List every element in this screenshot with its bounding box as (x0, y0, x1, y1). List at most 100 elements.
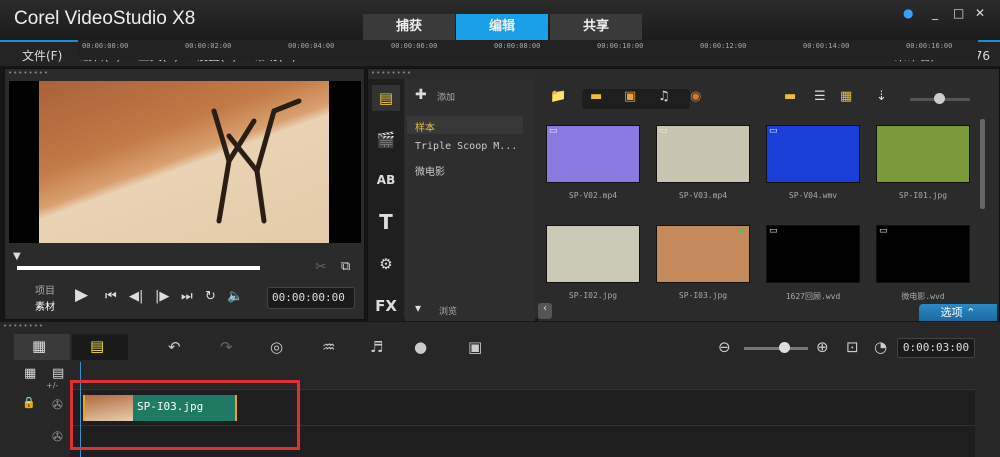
instant-project-icon[interactable]: 🎬 (372, 127, 400, 153)
scrollbar[interactable] (980, 119, 985, 209)
scrubber-handle[interactable]: ▼ (13, 251, 21, 262)
zoom-out-icon[interactable]: ⊖ (718, 338, 731, 356)
tab-edit[interactable]: 编辑 (456, 14, 548, 40)
grid-view-icon[interactable]: ▦ (840, 89, 852, 109)
media-thumbnail[interactable]: ▭ (876, 225, 970, 283)
home-icon[interactable]: ⏮ (105, 289, 117, 304)
play-icon[interactable]: ▶ (75, 285, 88, 305)
redo-icon[interactable]: ↷ (220, 338, 233, 356)
ruler-tick-label: 00:00:00:00 (82, 42, 129, 50)
ruler-tick-label: 00:00:10:00 (597, 42, 644, 50)
scrubber-bar[interactable] (17, 266, 260, 270)
minimize-icon[interactable]: _ (932, 6, 938, 20)
video-filter-icon[interactable]: ▬ (590, 89, 602, 109)
folder-item[interactable]: 微电影 (415, 163, 445, 178)
fit-project-icon[interactable]: ⊡ (846, 338, 859, 356)
ripple-edit-icon[interactable]: +/- (46, 381, 58, 390)
ruler-tick-label: 00:00:02:00 (185, 42, 232, 50)
media-icon[interactable]: ▤ (372, 85, 400, 111)
fx-icon[interactable]: FX (372, 293, 400, 319)
drag-handle[interactable]: •••••••• (371, 69, 412, 77)
timecode-field[interactable]: 00:00:00:00 (267, 287, 355, 309)
preview-image (39, 81, 329, 243)
storyboard-view-button[interactable]: ▦ (14, 334, 70, 360)
zoom-slider[interactable] (744, 347, 808, 350)
zoom-slider-thumb[interactable] (779, 342, 790, 353)
auto-music-icon[interactable]: ♬ (370, 338, 383, 356)
drag-handle[interactable]: •••••••• (3, 322, 44, 330)
timeline-icon: ▤ (90, 337, 105, 355)
media-thumbnail[interactable]: ▭ (766, 125, 860, 183)
ruler-tick-label: 00:00:16:00 (906, 42, 953, 50)
drag-handle[interactable]: •••••••• (8, 69, 49, 77)
folder-item[interactable]: 样本 (415, 119, 435, 134)
ruler-tick-label: 00:00:14:00 (803, 42, 850, 50)
add-icon[interactable]: ✚ (415, 87, 427, 103)
time-ruler[interactable]: 00:00:00:00 00:00:02:00 00:00:04:00 00:00:0… (78, 40, 978, 60)
library-panel: •••••••• ▤ 🎬 AB T ⚙ FX ✚ 添加 样本 Triple Sc… (367, 68, 1000, 321)
ruler-tick-label: 00:00:04:00 (288, 42, 335, 50)
sound-mixer-icon[interactable]: ♒ (322, 338, 335, 356)
tab-share[interactable]: 共享 (550, 14, 642, 40)
ruler-tick-label: 00:00:12:00 (700, 42, 747, 50)
photo-filter-icon[interactable]: ▣ (624, 89, 636, 109)
repeat-icon[interactable]: ↻ (205, 289, 216, 304)
media-grid: 📁 ▬ ▣ ♫ ◉ ▬ ☰ ▦ ⇣ ▭ SP-V02.mp4 ▭ SP-V03.mp4… (538, 79, 998, 321)
media-thumbnail[interactable]: ▭ (546, 125, 640, 183)
show-all-tracks-icon[interactable]: ▦ (24, 366, 36, 381)
record-capture-icon[interactable]: ◎ (270, 338, 283, 356)
media-thumbnail[interactable] (876, 125, 970, 183)
options-button[interactable]: 选项 ⌃ (919, 304, 997, 321)
project-mode-label[interactable]: 项目 (35, 282, 55, 297)
close-icon[interactable]: ✕ (975, 6, 985, 20)
next-frame-icon[interactable]: |▶ (155, 289, 169, 304)
undo-icon[interactable]: ↶ (168, 338, 181, 356)
end-icon[interactable]: ⏭ (181, 289, 193, 304)
sort-icon[interactable]: ⇣ (876, 89, 887, 109)
ruler-tick-label: 00:00:06:00 (391, 42, 438, 50)
collapse-icon[interactable]: ‹ (538, 303, 552, 319)
tripadvisor-icon[interactable]: ◉ (690, 89, 701, 109)
folder-item[interactable]: Triple Scoop M... (415, 141, 517, 152)
globe-icon[interactable]: ● (903, 6, 913, 20)
ruler-tick-label: 00:00:08:00 (494, 42, 541, 50)
app-title: Corel VideoStudio X8 (14, 8, 196, 29)
scissors-icon[interactable]: ✂ (315, 259, 327, 275)
track-lock-icon[interactable]: 🔒 (22, 396, 36, 409)
timeline-view-button[interactable]: ▤ (72, 334, 128, 360)
project-duration[interactable]: 0:00:03:00 (897, 338, 975, 358)
transition-icon[interactable]: AB (372, 167, 400, 193)
media-label: 微电影.wvd (901, 292, 945, 301)
media-thumbnail[interactable] (546, 225, 640, 283)
thumbnail-view-icon[interactable]: ▬ (784, 89, 796, 109)
slider-thumb[interactable] (934, 93, 945, 104)
folder-icon[interactable]: 📁 (550, 89, 566, 109)
video-preview (9, 81, 361, 243)
video-badge-icon: ▭ (549, 126, 558, 136)
track-manager-icon[interactable]: ▤ (52, 366, 64, 381)
subtitle-editor-icon[interactable]: ▣ (468, 338, 482, 356)
graphics-icon[interactable]: ⚙ (372, 251, 400, 277)
library-sidebar: ▤ 🎬 AB T ⚙ FX (368, 79, 404, 321)
overlay-track-icon: ✇ (52, 430, 63, 445)
previous-frame-icon[interactable]: ◀| (129, 289, 143, 304)
volume-icon[interactable]: 🔈 (227, 289, 243, 304)
media-thumbnail[interactable]: ▭ (766, 225, 860, 283)
folder-list: ✚ 添加 样本 Triple Scoop M... 微电影 ▾ 浏览 (405, 79, 535, 321)
zoom-in-icon[interactable]: ⊕ (816, 338, 829, 356)
clip-mode-label[interactable]: 素材 (35, 298, 55, 313)
audio-filter-icon[interactable]: ♫ (658, 89, 670, 109)
browse-button[interactable]: 浏览 (439, 304, 457, 317)
add-folder-button[interactable]: 添加 (437, 90, 455, 103)
title-icon[interactable]: T (372, 209, 400, 235)
media-thumbnail[interactable]: ▭ (656, 125, 750, 183)
maximize-icon[interactable]: □ (953, 6, 964, 20)
browse-icon[interactable]: ▾ (415, 301, 421, 315)
motion-tracking-icon[interactable]: ● (414, 338, 427, 356)
video-track-icon: ✇ (52, 398, 63, 413)
copy-icon[interactable]: ⧉ (341, 259, 350, 274)
media-thumbnail[interactable]: ✔ (656, 225, 750, 283)
list-view-icon[interactable]: ☰ (814, 89, 826, 109)
tab-capture[interactable]: 捕获 (363, 14, 455, 40)
menu-file[interactable]: 文件(F) (22, 47, 62, 64)
